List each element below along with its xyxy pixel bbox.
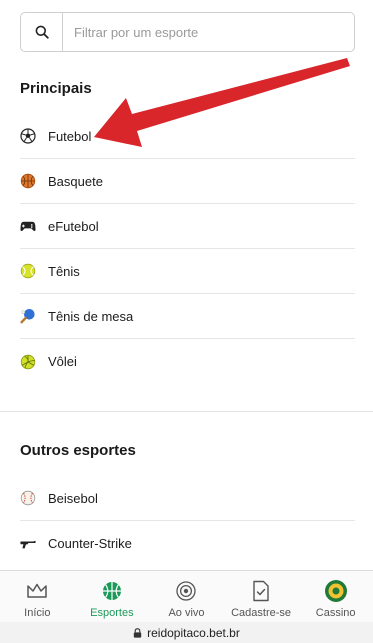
nav-label: Esportes (90, 607, 134, 619)
sport-item-counter-strike[interactable]: Counter-Strike (20, 521, 355, 566)
nav-label: Ao vivo (168, 607, 205, 619)
nav-item-cassino[interactable]: Cassino (298, 571, 373, 622)
main-sports-list: Futebol Basquete eFutebol Tênis Tênis de… (20, 114, 355, 384)
sport-label: Tênis (48, 263, 80, 279)
url-text: reidopitaco.bet.br (147, 625, 240, 640)
tennis-ball-icon (20, 263, 36, 279)
nav-item-esportes[interactable]: Esportes (75, 571, 150, 622)
volleyball-icon (20, 354, 36, 370)
nav-label: Cadastre-se (231, 607, 292, 619)
casino-icon (324, 579, 348, 603)
sport-item-basquete[interactable]: Basquete (20, 159, 355, 204)
browser-url-bar[interactable]: reidopitaco.bet.br (0, 622, 373, 643)
sport-label: Vôlei (48, 354, 77, 369)
search-button[interactable] (21, 13, 63, 51)
rifle-icon (20, 536, 36, 552)
sport-item-beisebol[interactable]: Beisebol (20, 476, 355, 521)
gamepad-icon (20, 218, 36, 234)
sport-item-efutebol[interactable]: eFutebol (20, 204, 355, 249)
other-sports-list: Beisebol Counter-Strike (20, 476, 355, 566)
sport-label: Beisebol (48, 490, 98, 506)
lock-icon (133, 627, 142, 638)
sport-item-futebol[interactable]: Futebol (20, 114, 355, 159)
sport-item-tenis[interactable]: Tênis (20, 249, 355, 294)
sport-label: Counter-Strike (48, 536, 132, 551)
nav-item-cadastre-se[interactable]: Cadastre-se (224, 571, 299, 622)
baseball-icon (20, 490, 36, 506)
sport-label: Futebol (48, 128, 92, 144)
sport-item-tenis-de-mesa[interactable]: Tênis de mesa (20, 294, 355, 339)
sport-label: Basquete (48, 173, 103, 189)
live-icon (174, 579, 198, 603)
crown-icon (25, 579, 49, 603)
sport-filter-input[interactable] (63, 13, 354, 51)
nav-item-ao-vivo[interactable]: Ao vivo (149, 571, 224, 622)
soccer-ball-icon (20, 128, 36, 144)
sport-item-volei[interactable]: Vôlei (20, 339, 355, 384)
sport-label: eFutebol (48, 218, 99, 234)
sport-label: Tênis de mesa (48, 308, 134, 324)
other-sports-title: Outros esportes (20, 442, 136, 459)
search-icon (35, 25, 49, 39)
sport-search-box (20, 12, 355, 52)
nav-item-inicio[interactable]: Início (0, 571, 75, 622)
section-divider (0, 411, 373, 412)
table-tennis-icon (20, 308, 36, 324)
document-check-icon (249, 579, 273, 603)
bottom-navigation: Início Esportes Ao vivo Cadastre-se Cass… (0, 570, 373, 622)
basketball-icon (100, 579, 124, 603)
nav-label: Cassino (315, 607, 356, 619)
basketball-icon (20, 173, 36, 189)
main-sports-title: Principais (20, 80, 92, 97)
nav-label: Início (24, 607, 51, 619)
